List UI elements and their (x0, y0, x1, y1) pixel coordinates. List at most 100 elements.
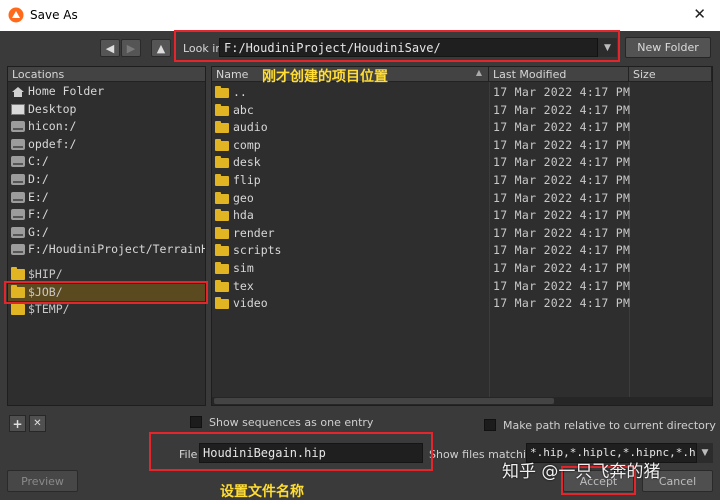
location-item[interactable]: opdef:/ (8, 136, 205, 153)
file-row[interactable]: flip 17 Mar 2022 4:17 PM (212, 172, 712, 190)
file-name: desk (233, 155, 261, 170)
lookin-path-field[interactable]: F:/HoudiniProject/HoudiniSave/ (219, 38, 617, 57)
location-item[interactable]: $JOB/ (8, 283, 205, 301)
file-name: .. (233, 85, 247, 99)
file-modified: 17 Mar 2022 4:17 PM (493, 261, 631, 275)
file-name-input[interactable]: HoudiniBegain.hip (199, 443, 423, 463)
drive-icon (11, 191, 25, 203)
preview-button[interactable]: Preview (7, 470, 78, 492)
file-modified: 17 Mar 2022 4:17 PM (493, 137, 631, 152)
folder-icon (215, 86, 229, 98)
file-modified: 17 Mar 2022 4:17 PM (493, 85, 631, 99)
folder-icon (11, 267, 25, 280)
file-modified: 17 Mar 2022 4:17 PM (493, 120, 631, 135)
horizontal-scrollbar[interactable] (212, 397, 712, 405)
file-modified: 17 Mar 2022 4:17 PM (493, 190, 631, 205)
file-row[interactable]: scripts 17 Mar 2022 4:17 PM (212, 242, 712, 260)
location-label: $HIP/ (28, 267, 63, 281)
location-item[interactable]: $HIP/ (8, 266, 205, 283)
file-row[interactable]: tex 17 Mar 2022 4:17 PM (212, 278, 712, 296)
scrollbar-thumb[interactable] (214, 398, 554, 404)
file-name: abc (233, 102, 254, 117)
location-item[interactable]: F:/ (8, 206, 205, 223)
column-header-modified[interactable]: Last Modified (489, 67, 629, 82)
folder-icon (215, 103, 229, 116)
location-label: Home Folder (28, 84, 105, 98)
back-button[interactable]: ◀ (100, 39, 120, 57)
file-name: geo (233, 190, 254, 205)
houdini-logo-icon (8, 7, 24, 23)
location-label: opdef:/ (28, 136, 77, 151)
location-label: D:/ (28, 172, 49, 186)
forward-button[interactable]: ▶ (121, 39, 141, 57)
file-row[interactable]: video 17 Mar 2022 4:17 PM (212, 295, 712, 313)
file-row[interactable]: abc 17 Mar 2022 4:17 PM (212, 102, 712, 120)
folder-icon (215, 121, 229, 134)
file-annotation: 设置文件名称 (220, 484, 304, 500)
close-icon[interactable]: ✕ (693, 5, 706, 23)
up-folder-button[interactable]: ▲ (151, 39, 171, 57)
location-item[interactable]: $TEMP/ (8, 301, 205, 318)
file-row[interactable]: hda 17 Mar 2022 4:17 PM (212, 207, 712, 225)
file-modified: 17 Mar 2022 4:17 PM (493, 208, 631, 223)
folder-icon (215, 262, 229, 274)
file-name: hda (233, 208, 254, 223)
locations-panel: Locations Home Folder Desktop hicon:/ opdef… (7, 66, 206, 406)
folder-icon (215, 209, 229, 222)
location-item[interactable]: E:/ (8, 189, 205, 206)
location-label: F:/HoudiniProject/TerrainH (28, 242, 205, 257)
drive-icon (11, 174, 25, 185)
folder-icon (11, 284, 25, 298)
file-row[interactable]: render 17 Mar 2022 4:17 PM (212, 225, 712, 243)
file-row[interactable]: .. 17 Mar 2022 4:17 PM (212, 84, 712, 102)
watermark: 知乎 @一只飞奔的猪 (502, 462, 661, 482)
location-item[interactable]: C:/ (8, 153, 205, 170)
file-row[interactable]: comp 17 Mar 2022 4:17 PM (212, 137, 712, 155)
remove-icon: ✕ (33, 418, 42, 429)
file-list-panel: Name ▲ Last Modified Size .. 17 Mar 2022 … (211, 66, 713, 406)
folder-icon (11, 302, 25, 316)
relative-path-checkbox[interactable] (484, 419, 496, 431)
file-name: audio (233, 120, 268, 135)
location-item[interactable]: hicon:/ (8, 118, 205, 135)
file-modified: 17 Mar 2022 4:17 PM (493, 102, 631, 117)
file-name: video (233, 296, 268, 311)
forward-arrow-icon: ▶ (126, 41, 136, 55)
folder-icon (215, 174, 229, 186)
location-item[interactable]: D:/ (8, 171, 205, 188)
location-label: Desktop (28, 101, 77, 116)
home-icon (11, 86, 25, 97)
file-name: tex (233, 278, 254, 293)
drive-icon (11, 156, 25, 168)
location-label: $TEMP/ (28, 302, 70, 317)
window-title: Save As (30, 8, 78, 22)
file-filter-dropdown-button[interactable]: ▼ (697, 443, 713, 463)
file-row[interactable]: audio 17 Mar 2022 4:17 PM (212, 119, 712, 137)
file-row[interactable]: geo 17 Mar 2022 4:17 PM (212, 190, 712, 208)
file-row[interactable]: sim 17 Mar 2022 4:17 PM (212, 260, 712, 278)
file-modified: 17 Mar 2022 4:17 PM (493, 278, 631, 293)
file-row[interactable]: desk 17 Mar 2022 4:17 PM (212, 154, 712, 172)
plus-icon: + (12, 416, 23, 431)
column-header-size[interactable]: Size (629, 67, 712, 82)
file-name: sim (233, 261, 254, 275)
file-label: File (179, 448, 198, 461)
location-item[interactable]: Home Folder (8, 83, 205, 100)
relative-path-label: Make path relative to current directory (503, 419, 716, 432)
location-item[interactable]: F:/HoudiniProject/TerrainH (8, 241, 205, 258)
folder-icon (215, 244, 229, 257)
add-location-button[interactable]: + (9, 415, 26, 432)
folder-icon (215, 138, 229, 151)
lookin-dropdown-button[interactable]: ▼ (597, 38, 617, 57)
desktop-icon (11, 103, 25, 115)
show-sequences-checkbox[interactable] (190, 416, 202, 428)
location-item[interactable]: Desktop (8, 101, 205, 118)
location-label: $JOB/ (28, 284, 63, 299)
back-arrow-icon: ◀ (105, 41, 115, 55)
file-modified: 17 Mar 2022 4:17 PM (493, 296, 631, 311)
remove-location-button[interactable]: ✕ (29, 415, 46, 432)
file-modified: 17 Mar 2022 4:17 PM (493, 243, 631, 258)
location-item[interactable]: G:/ (8, 224, 205, 241)
location-label: C:/ (28, 154, 49, 169)
new-folder-button[interactable]: New Folder (625, 37, 711, 58)
